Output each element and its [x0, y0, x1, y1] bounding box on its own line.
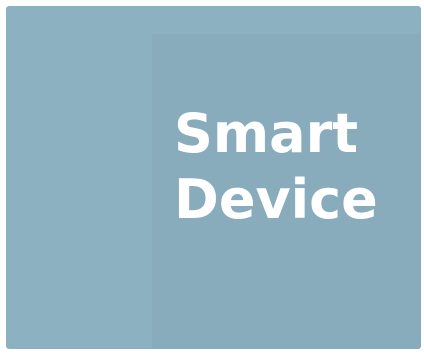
tile-title: Smart Device	[174, 101, 378, 233]
tile-title-line-1: Smart	[174, 102, 359, 165]
image-frame: Smart Device	[0, 0, 424, 356]
tile-title-line-2: Device	[174, 168, 378, 231]
